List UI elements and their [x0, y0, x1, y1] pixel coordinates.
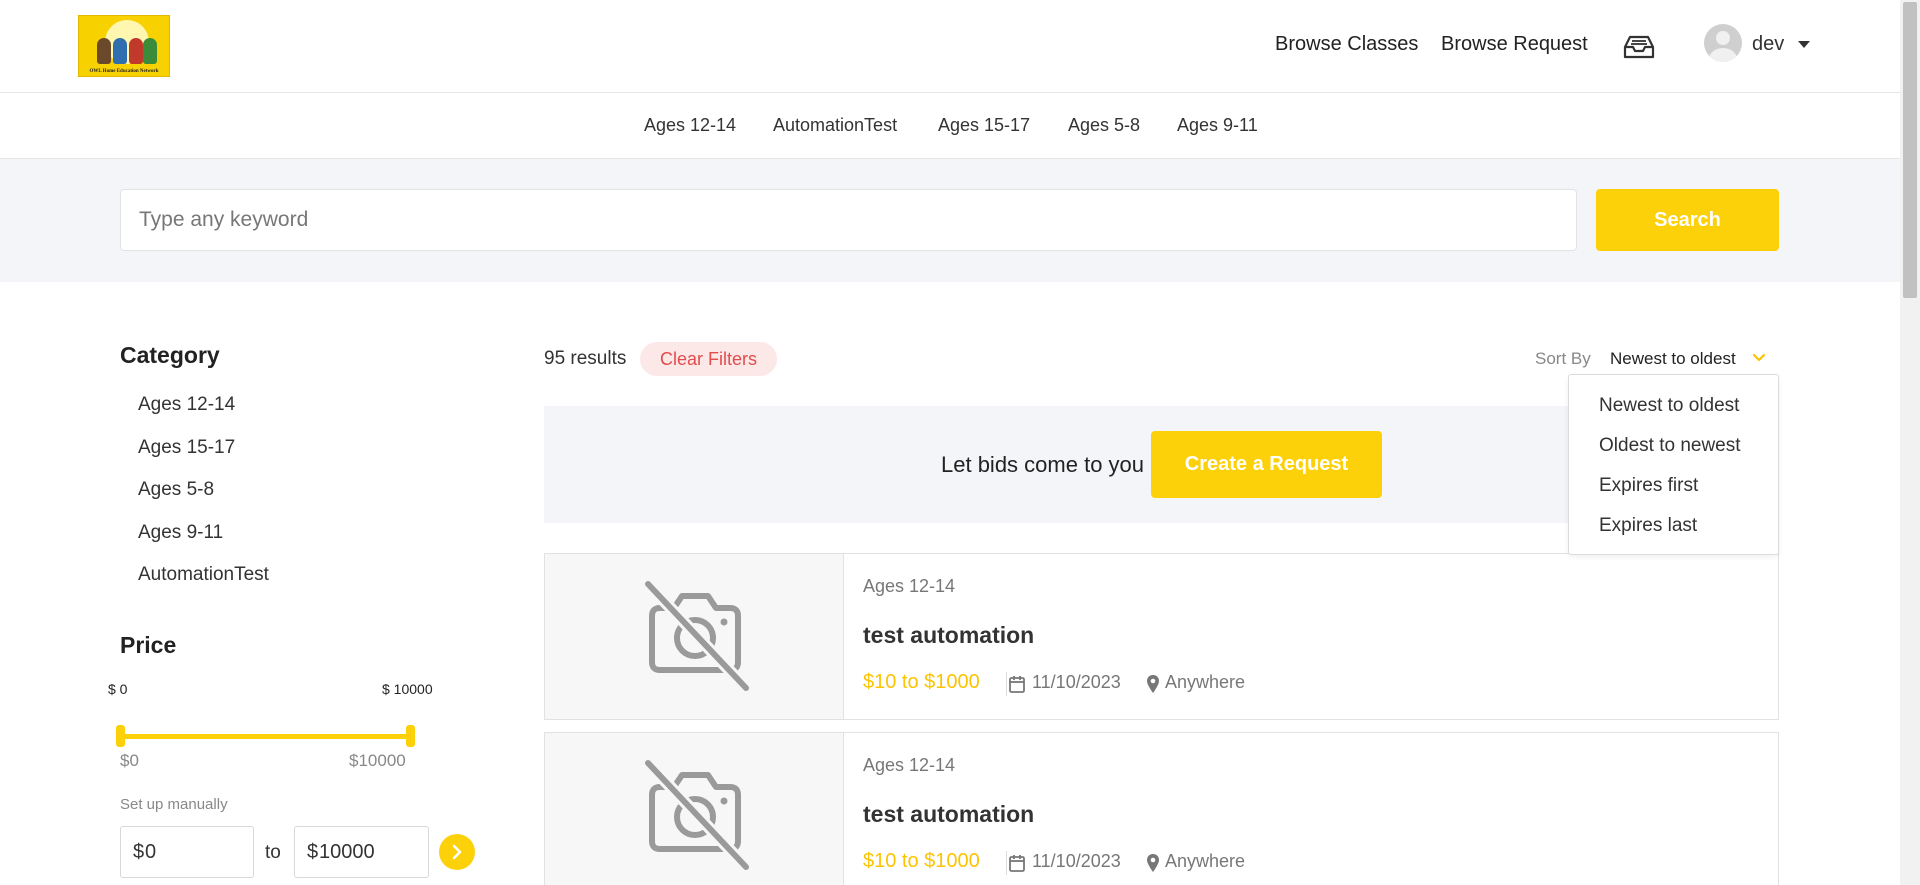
slider-max-label: $10000	[349, 751, 406, 770]
apply-price-button[interactable]	[439, 834, 475, 870]
sidebar-category-item[interactable]: Ages 12-14	[138, 394, 235, 416]
sidebar-category-item[interactable]: Ages 15-17	[138, 437, 235, 459]
top-header: OWL Home Education Network Browse Classe…	[0, 0, 1900, 93]
currency-symbol: $	[307, 841, 319, 863]
category-bar-item[interactable]: AutomationTest	[773, 115, 897, 136]
card-location: Anywhere	[1165, 672, 1246, 692]
category-bar-item[interactable]: Ages 5-8	[1068, 115, 1140, 136]
create-request-button[interactable]: Create a Request	[1151, 431, 1382, 498]
sidebar-category-item[interactable]: Ages 5-8	[138, 479, 214, 501]
cta-text: Let bids come to you	[941, 452, 1145, 477]
slider-tooltip-max: $ 10000	[382, 681, 433, 697]
max-price-input[interactable]	[319, 835, 422, 869]
sidebar-category-item[interactable]: Ages 9-11	[138, 522, 223, 544]
card-title[interactable]: test automation	[863, 801, 1034, 828]
request-card[interactable]: Ages 12-14 test automation $10 to $1000 …	[544, 732, 1779, 885]
card-image-placeholder	[545, 554, 844, 719]
card-date: 11/10/2023	[1032, 672, 1121, 692]
scrollbar-thumb[interactable]	[1903, 2, 1917, 298]
min-price-field[interactable]: $	[120, 826, 254, 878]
logo-figure	[97, 38, 111, 64]
card-price: $10 to $1000	[863, 850, 980, 872]
search-band: Search	[0, 159, 1900, 282]
card-category: Ages 12-14	[863, 576, 956, 596]
slider-tooltip-min: $ 0	[108, 681, 128, 697]
search-button[interactable]: Search	[1596, 189, 1779, 251]
card-location: Anywhere	[1165, 851, 1246, 871]
map-pin-icon	[1147, 675, 1159, 693]
results-count: 95 results	[544, 348, 627, 369]
sort-option[interactable]: Oldest to newest	[1599, 435, 1741, 457]
sidebar-category-item[interactable]: AutomationTest	[138, 564, 269, 586]
card-category: Ages 12-14	[863, 755, 956, 775]
price-heading: Price	[120, 632, 177, 658]
card-image-placeholder	[545, 733, 844, 885]
sort-by-select[interactable]: Newest to oldest	[1610, 349, 1736, 369]
calendar-icon	[1009, 676, 1025, 693]
avatar-body	[1709, 48, 1737, 62]
price-slider-min-handle[interactable]	[116, 725, 125, 747]
site-logo[interactable]: OWL Home Education Network	[78, 15, 170, 77]
calendar-icon	[1009, 855, 1025, 872]
clear-filters-button[interactable]: Clear Filters	[640, 342, 778, 376]
username-label[interactable]: dev	[1752, 33, 1784, 56]
user-menu-caret-icon[interactable]	[1798, 41, 1810, 48]
to-label: to	[265, 842, 281, 863]
max-price-field[interactable]: $	[294, 826, 429, 878]
category-bar-item[interactable]: Ages 12-14	[644, 115, 736, 136]
setup-manually-label: Set up manually	[120, 796, 228, 813]
min-price-input[interactable]	[145, 835, 247, 869]
slider-min-label: $0	[120, 751, 139, 770]
card-title[interactable]: test automation	[863, 622, 1034, 649]
request-card[interactable]: Ages 12-14 test automation $10 to $1000 …	[544, 553, 1779, 720]
sort-option[interactable]: Expires last	[1599, 515, 1697, 537]
page-scrollbar[interactable]	[1900, 0, 1920, 885]
user-avatar[interactable]	[1704, 24, 1742, 62]
sort-option[interactable]: Newest to oldest	[1599, 395, 1739, 417]
sort-dropdown-menu: Newest to oldest Oldest to newest Expire…	[1568, 374, 1779, 555]
price-slider-max-handle[interactable]	[406, 725, 415, 747]
category-bar-item[interactable]: Ages 15-17	[938, 115, 1030, 136]
logo-text: OWL Home Education Network	[89, 69, 159, 74]
divider	[1006, 672, 1007, 696]
divider	[1006, 851, 1007, 875]
sort-option[interactable]: Expires first	[1599, 475, 1698, 497]
category-heading: Category	[120, 342, 220, 368]
logo-figure	[129, 38, 143, 64]
logo-figure	[113, 38, 127, 64]
sort-by-label: Sort By	[1535, 349, 1591, 368]
map-pin-icon	[1147, 854, 1159, 872]
category-bar: Ages 12-14 AutomationTest Ages 15-17 Age…	[0, 94, 1900, 159]
nav-browse-request[interactable]: Browse Request	[1441, 33, 1588, 56]
no-camera-icon	[643, 579, 751, 692]
price-slider-track[interactable]	[120, 734, 410, 739]
nav-browse-classes[interactable]: Browse Classes	[1275, 33, 1418, 56]
search-input[interactable]	[120, 189, 1577, 251]
inbox-tray-icon[interactable]	[1622, 33, 1656, 61]
currency-symbol: $	[133, 841, 145, 863]
avatar-head	[1716, 31, 1730, 45]
card-price: $10 to $1000	[863, 671, 980, 693]
category-bar-item[interactable]: Ages 9-11	[1177, 115, 1258, 136]
card-date: 11/10/2023	[1032, 851, 1121, 871]
logo-figure	[143, 38, 157, 64]
chevron-down-icon[interactable]	[1752, 353, 1766, 363]
no-camera-icon	[643, 758, 751, 871]
chevron-right-icon	[452, 844, 462, 860]
